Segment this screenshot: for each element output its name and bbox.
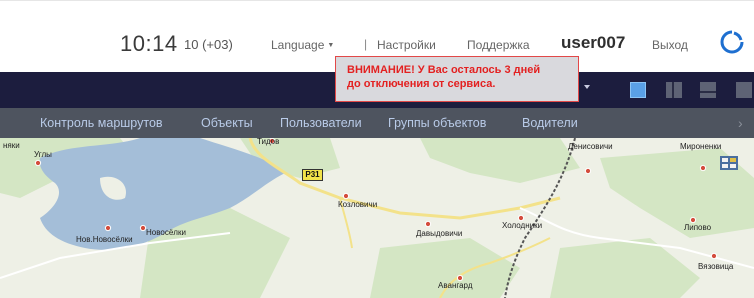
place-label: Козловичи [338, 200, 378, 209]
place-label: Нов.Новосёлки [76, 235, 133, 244]
place-label: няки [3, 141, 20, 150]
alert-line-1: ВНИМАНИЕ! У Вас осталось 3 дней [347, 64, 541, 76]
logout-link[interactable]: Выход [652, 38, 688, 52]
clock-time: 10:14 [120, 31, 178, 56]
nav-item-object-groups[interactable]: Группы объектов [388, 116, 486, 130]
brand-logo-icon [720, 30, 744, 54]
place-label: Новосёлки [146, 228, 186, 237]
layout-split-horizontal-button[interactable] [700, 82, 716, 98]
place-label: Давыдовичи [416, 229, 463, 238]
place-label: Авангард [438, 281, 473, 290]
nav-item-routes[interactable]: Контроль маршрутов [40, 116, 163, 130]
place-label: Холодники [502, 221, 543, 230]
header-divider [0, 0, 754, 1]
layout-grid-button[interactable] [736, 82, 752, 98]
header-separator: | [364, 37, 368, 51]
layout-split-vertical-button[interactable] [666, 82, 682, 98]
place-label: Углы [34, 150, 52, 159]
settings-link[interactable]: Настройки [377, 38, 436, 52]
main-nav: Контроль маршрутов Объекты Пользователи … [0, 108, 754, 138]
place-label: Тидов [257, 137, 280, 146]
chevron-right-icon[interactable]: › [738, 115, 743, 131]
language-label: Language [271, 38, 325, 52]
service-expiry-alert: ВНИМАНИЕ! У Вас осталось 3 дней до отклю… [335, 56, 579, 102]
map-layers-icon[interactable] [720, 156, 738, 170]
road-number-badge: Р31 [302, 169, 323, 181]
nav-item-drivers[interactable]: Водители [522, 116, 578, 130]
support-link[interactable]: Поддержка [467, 38, 530, 52]
language-dropdown[interactable]: Language ▼ [271, 38, 334, 52]
place-label: Липово [684, 223, 712, 232]
caret-down-icon: ▼ [327, 42, 335, 49]
dropdown-arrow-icon[interactable] [584, 85, 590, 89]
map-labels: няки Углы Тидов Козловичи Давыдовичи Хол… [0, 137, 754, 298]
nav-item-objects[interactable]: Объекты [201, 116, 253, 130]
place-label: Денисовичи [568, 142, 613, 151]
place-label: Мироненки [680, 142, 722, 151]
alert-line-2: до отключения от сервиса. [347, 78, 496, 90]
place-label: Вязовица [698, 262, 734, 271]
username: user007 [561, 33, 626, 52]
layout-single-button[interactable] [630, 82, 646, 98]
clock-timezone: 10 (+03) [184, 37, 233, 52]
nav-item-users[interactable]: Пользователи [280, 116, 362, 130]
